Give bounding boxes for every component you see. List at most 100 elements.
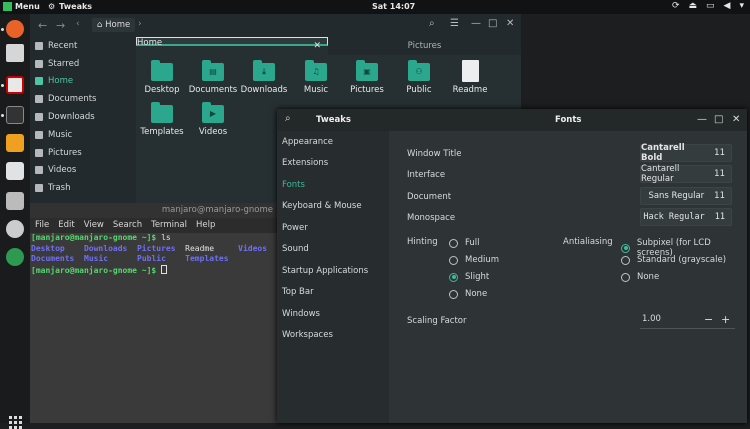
terminal-icon[interactable] <box>6 106 24 124</box>
scaling-factor-spinbutton[interactable]: 1.00 − + <box>640 310 735 329</box>
interface-font-button[interactable]: Cantarell Regular 11 <box>640 164 732 184</box>
file-item[interactable]: ▤ Documents <box>187 55 239 95</box>
category-workspaces[interactable]: Workspaces <box>277 325 389 347</box>
tab-home[interactable]: Home ✕ <box>136 37 328 51</box>
chevron-right-icon[interactable]: › <box>138 19 142 29</box>
category-fonts[interactable]: Fonts <box>277 174 389 196</box>
file-item[interactable]: ♫ Music <box>290 55 342 95</box>
trash-icon <box>35 184 43 193</box>
back-arrow-icon[interactable]: ← <box>38 19 47 32</box>
sidebar-item-videos[interactable]: Videos <box>30 162 136 180</box>
decrease-button[interactable]: − <box>704 313 713 326</box>
active-app-menu[interactable]: ⚙ Tweaks <box>48 2 92 11</box>
category-sound[interactable]: Sound <box>277 239 389 261</box>
window-title-font-label: Window Title <box>407 149 462 159</box>
window-title-font-button[interactable]: Cantarell Bold 11 <box>640 143 732 163</box>
hinting-none-radio[interactable]: None <box>449 289 487 299</box>
monospace-font-button[interactable]: Hack Regular 11 <box>640 208 732 226</box>
sidebar-item-music[interactable]: Music <box>30 126 136 144</box>
sidebar-item-downloads[interactable]: Downloads <box>30 108 136 126</box>
file-manager-headerbar: ← → ‹ ⌂ Home › ⌕ ☰ — □ ✕ <box>30 14 521 37</box>
eject-icon[interactable]: ⏏ <box>689 1 698 11</box>
sidebar-item-documents[interactable]: Documents <box>30 90 136 108</box>
firefox-icon[interactable] <box>6 20 24 38</box>
hinting-medium-radio[interactable]: Medium <box>449 255 499 265</box>
ls-entry: Music <box>84 254 109 263</box>
hinting-full-radio[interactable]: Full <box>449 238 480 248</box>
increase-button[interactable]: + <box>721 313 730 326</box>
menu-file[interactable]: File <box>35 220 49 233</box>
file-item[interactable]: ⚇ Public <box>393 55 445 95</box>
clock[interactable]: Sat 14:07 <box>372 2 415 11</box>
file-item[interactable]: Desktop <box>136 55 188 95</box>
search-icon[interactable]: ⌕ <box>429 18 435 29</box>
file-item[interactable]: Readme <box>444 55 496 95</box>
libreoffice-icon[interactable] <box>6 44 24 62</box>
forward-arrow-icon[interactable]: → <box>56 19 65 32</box>
menu-help[interactable]: Help <box>196 220 215 233</box>
file-item[interactable]: Templates <box>136 97 188 137</box>
file-label: Downloads <box>240 85 288 95</box>
file-item[interactable]: ▣ Pictures <box>341 55 393 95</box>
category-top-bar[interactable]: Top Bar <box>277 282 389 304</box>
drive-icon[interactable] <box>6 192 24 210</box>
category-startup-applications[interactable]: Startup Applications <box>277 260 389 282</box>
menu-button[interactable]: Menu <box>3 2 40 11</box>
terminal-line: [manjaro@manjaro-gnome ~]$ ls <box>31 233 277 244</box>
software-manager-icon[interactable] <box>6 248 24 266</box>
chat-icon[interactable] <box>6 162 24 180</box>
ls-entry: Public <box>137 254 166 263</box>
close-icon[interactable]: ✕ <box>506 18 514 29</box>
disc-icon[interactable] <box>6 220 24 238</box>
breadcrumb[interactable]: ⌂ Home <box>92 18 136 32</box>
chevron-left-icon[interactable]: ‹ <box>76 19 80 29</box>
page-title: Fonts <box>555 115 582 125</box>
sidebar-item-starred[interactable]: Starred <box>30 55 136 73</box>
sidebar-item-label: Pictures <box>48 147 82 158</box>
downloader-icon[interactable] <box>6 134 24 152</box>
menu-search[interactable]: Search <box>113 220 142 233</box>
power-icon[interactable]: ▾ <box>739 1 744 11</box>
file-item[interactable]: ⤓ Downloads <box>238 55 290 95</box>
category-power[interactable]: Power <box>277 217 389 239</box>
volume-icon[interactable]: ◀ <box>724 1 731 11</box>
category-windows[interactable]: Windows <box>277 303 389 325</box>
tab-pictures[interactable]: Pictures <box>328 37 521 55</box>
category-appearance[interactable]: Appearance <box>277 131 389 153</box>
tab-label: Pictures <box>407 41 442 51</box>
update-icon[interactable]: ⟳ <box>672 1 680 11</box>
terminal-output[interactable]: [manjaro@manjaro-gnome ~]$ ls Desktop Dow… <box>30 233 277 423</box>
search-icon[interactable]: ⌕ <box>285 113 291 124</box>
command: ls <box>161 233 171 242</box>
system-tray[interactable]: ⟳ ⏏ ▭ ◀ ▾ <box>672 1 744 11</box>
image-editor-icon[interactable] <box>6 76 24 94</box>
folder-public-icon: ⚇ <box>408 60 430 81</box>
maximize-icon[interactable]: □ <box>714 114 723 125</box>
sidebar-item-pictures[interactable]: Pictures <box>30 144 136 162</box>
menu-edit[interactable]: Edit <box>58 220 74 233</box>
document-font-button[interactable]: Sans Regular 11 <box>640 187 732 205</box>
file-item[interactable]: ▶ Videos <box>187 97 239 137</box>
category-extensions[interactable]: Extensions <box>277 153 389 175</box>
category-keyboard-mouse[interactable]: Keyboard & Mouse <box>277 196 389 218</box>
terminal-line: Documents Music Public Templates <box>31 254 277 265</box>
antialiasing-none-radio[interactable]: None <box>621 272 659 282</box>
menu-terminal[interactable]: Terminal <box>151 220 187 233</box>
sidebar-item-home[interactable]: Home <box>30 73 136 91</box>
maximize-icon[interactable]: □ <box>488 18 497 29</box>
close-icon[interactable]: ✕ <box>732 114 740 125</box>
antialiasing-standard-radio[interactable]: Standard (grayscale) <box>621 255 726 265</box>
menu-view[interactable]: View <box>84 220 104 233</box>
sidebar-item-trash[interactable]: Trash <box>30 179 136 197</box>
network-icon[interactable]: ▭ <box>706 1 715 11</box>
hinting-slight-radio[interactable]: Slight <box>449 272 489 282</box>
sidebar-item-recent[interactable]: Recent <box>30 37 136 55</box>
running-indicator <box>1 84 4 87</box>
close-tab-icon[interactable]: ✕ <box>313 41 321 51</box>
terminal-window: manjaro@manjaro-gnome File Edit View Sea… <box>30 203 277 423</box>
view-options-icon[interactable]: ☰ <box>450 18 459 29</box>
minimize-icon[interactable]: — <box>697 114 707 125</box>
ls-entry: Videos <box>238 243 268 253</box>
terminal-menubar: File Edit View Search Terminal Help <box>30 218 277 233</box>
minimize-icon[interactable]: — <box>471 18 481 29</box>
